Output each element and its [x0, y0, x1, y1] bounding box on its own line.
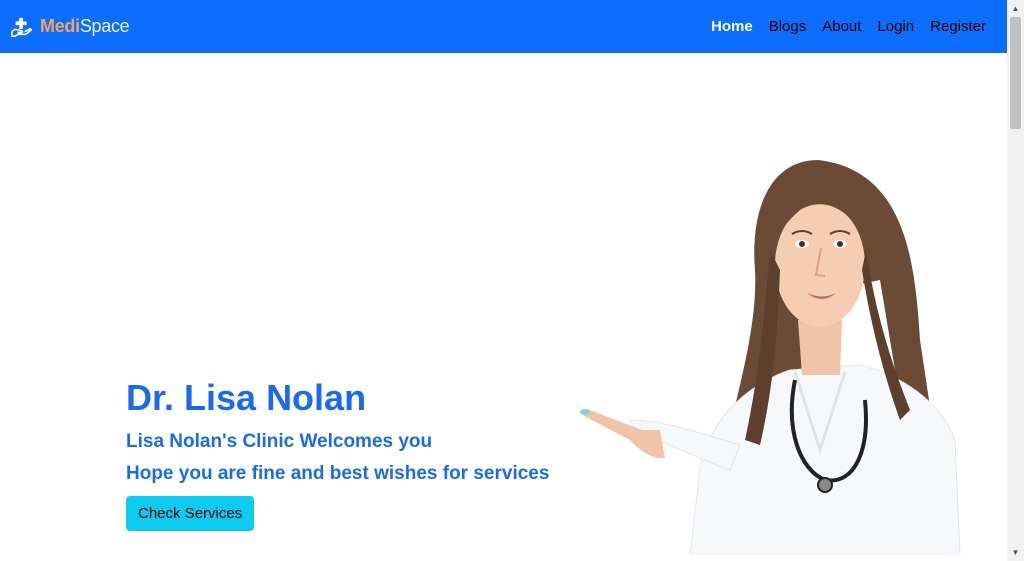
nav-link-login[interactable]: Login [877, 18, 914, 35]
scroll-up-arrow-icon[interactable]: ▲ [1007, 0, 1024, 17]
nav-link-blogs[interactable]: Blogs [769, 18, 807, 35]
brand-name-medi: Medi [40, 16, 80, 36]
welcome-text: Lisa Nolan's Clinic Welcomes you [126, 431, 433, 452]
brand-logo[interactable]: MediSpace [11, 16, 130, 38]
nav-link-home[interactable]: Home [711, 18, 753, 35]
scroll-down-arrow-icon[interactable]: ▼ [1007, 544, 1024, 561]
scroll-thumb[interactable] [1010, 17, 1021, 129]
nav-links: Home Blogs About Login Register [695, 0, 986, 53]
hand-plus-icon [11, 17, 33, 37]
brand-name: MediSpace [40, 16, 130, 37]
hero-section: Dr. Lisa Nolan Lisa Nolan's Clinic Welco… [126, 376, 596, 531]
check-services-button[interactable]: Check Services [126, 496, 255, 531]
wishes-text: Hope you are fine and best wishes for se… [126, 463, 550, 484]
nav-link-register[interactable]: Register [930, 18, 986, 35]
doctor-name-heading: Dr. Lisa Nolan [126, 377, 367, 418]
brand-name-space: Space [79, 16, 130, 36]
page-scrollbar[interactable]: ▲ ▼ [1007, 0, 1024, 561]
top-navbar: MediSpace Home Blogs About Login Registe… [0, 0, 1007, 53]
nav-link-about[interactable]: About [822, 18, 861, 35]
doctor-pointing-illustration [580, 160, 961, 554]
